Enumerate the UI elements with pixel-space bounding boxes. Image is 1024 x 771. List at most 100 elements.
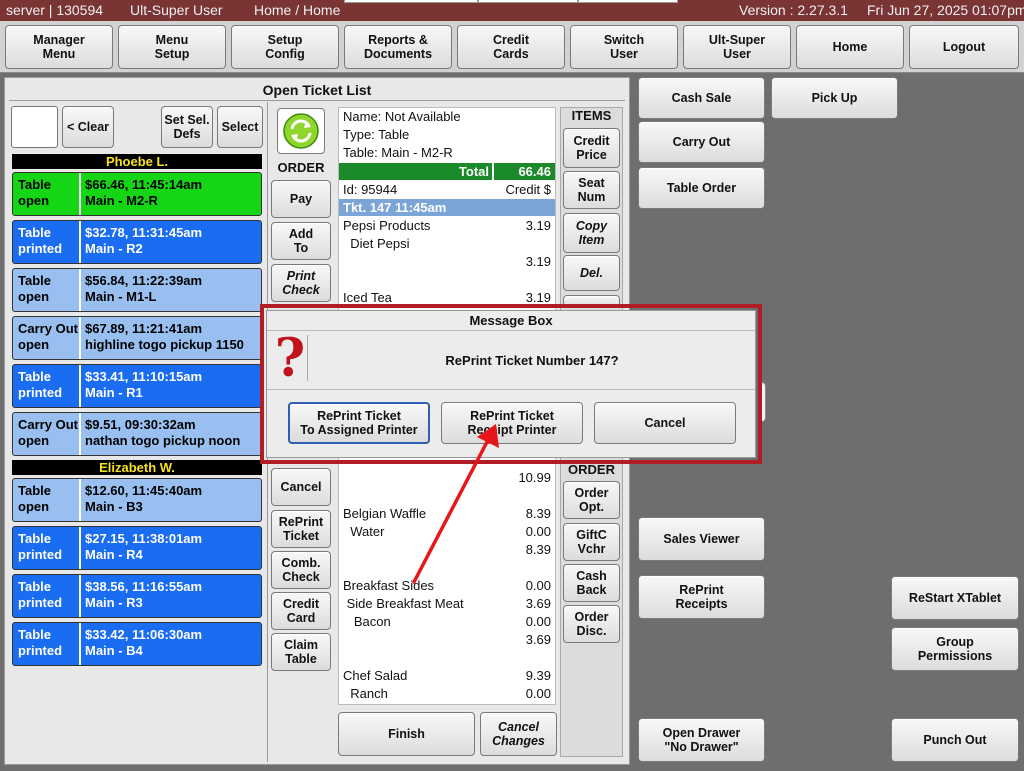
ticket-detail: $33.41, 11:10:15am Main - R1	[85, 369, 203, 400]
set-sel-defs-button[interactable]: Set Sel. Defs	[161, 106, 213, 148]
pay-button[interactable]: Pay	[271, 180, 331, 218]
order-disc-button[interactable]: Order Disc.	[563, 605, 620, 643]
ticket-status: Table printed	[13, 623, 81, 665]
comb-check-button[interactable]: Comb. Check	[271, 551, 331, 589]
ticket-row[interactable]: Table printed $27.15, 11:38:01am Main - …	[12, 526, 262, 570]
top-nav: Manager Menu Menu Setup Setup Config Rep…	[0, 21, 1024, 73]
panel-title: Open Ticket List	[262, 82, 372, 98]
item-label[interactable]: Ranch	[343, 686, 388, 701]
reprint-receipt-printer-button[interactable]: RePrint Ticket Receipt Printer	[441, 402, 583, 444]
ticket-detail: $9.51, 09:30:32am nathan togo pickup noo…	[85, 417, 241, 448]
ticket-row[interactable]: Carry Out open $9.51, 09:30:32am nathan …	[12, 412, 262, 456]
item-label[interactable]: Pepsi Products	[343, 218, 430, 233]
item-price: 3.19	[525, 290, 551, 305]
receipt-table: Table: Main - M2-R	[343, 145, 453, 160]
add-to-button[interactable]: Add To	[271, 222, 331, 260]
reprint-receipts-button[interactable]: RePrint Receipts	[638, 575, 765, 619]
carry-out-button[interactable]: Carry Out	[638, 121, 765, 163]
ticket-row[interactable]: Carry Out open $67.89, 11:21:41am highli…	[12, 316, 262, 360]
modal-message: RePrint Ticket Number 147?	[445, 352, 619, 368]
switch-user-button[interactable]: Switch User	[570, 25, 678, 69]
open-drawer-button[interactable]: Open Drawer "No Drawer"	[638, 718, 765, 762]
finish-button[interactable]: Finish	[338, 712, 475, 756]
tkt-label: Tkt. 147 11:45am	[343, 200, 447, 215]
cash-sale-button[interactable]: Cash Sale	[638, 77, 765, 119]
ticket-status: Table printed	[13, 527, 81, 569]
order-header: ORDER	[277, 160, 325, 175]
select-button[interactable]: Select	[217, 106, 263, 148]
ticket-detail: $33.42, 11:06:30am Main - B4	[85, 627, 203, 658]
ticket-row[interactable]: Table open $12.60, 11:45:40am Main - B3	[12, 478, 262, 522]
ticket-row[interactable]: Table printed $33.42, 11:06:30am Main - …	[12, 622, 262, 666]
order-opt-button[interactable]: Order Opt.	[563, 481, 620, 519]
item-price: 9.39	[525, 668, 551, 683]
reprint-ticket-button[interactable]: RePrint Ticket	[271, 510, 331, 548]
restart-xtablet-button[interactable]: ReStart XTablet	[891, 576, 1019, 620]
giftc-vchr-button[interactable]: GiftC Vchr	[563, 523, 620, 561]
user-label: Ult-Super User	[130, 2, 223, 18]
seat-num-button[interactable]: Seat Num	[563, 171, 620, 209]
item-label[interactable]: Belgian Waffle	[343, 506, 426, 521]
modal-cancel-button[interactable]: Cancel	[594, 402, 736, 444]
sales-viewer-button[interactable]: Sales Viewer	[638, 517, 765, 561]
ticket-row[interactable]: Table open $66.46, 11:45:14am Main - M2-…	[12, 172, 262, 216]
copy-item-button[interactable]: Copy Item	[563, 213, 620, 253]
ticket-search-input[interactable]	[11, 106, 58, 148]
table-order-button[interactable]: Table Order	[638, 167, 765, 209]
reports-documents-button[interactable]: Reports & Documents	[344, 25, 452, 69]
ticket-status: Table printed	[13, 575, 81, 617]
setup-config-button[interactable]: Setup Config	[231, 25, 339, 69]
item-price: 3.19	[525, 254, 551, 269]
item-price: 8.39	[525, 542, 551, 557]
title-blank-field	[578, 0, 678, 3]
home-button[interactable]: Home	[796, 25, 904, 69]
refresh-button[interactable]	[277, 108, 325, 154]
item-label[interactable]: Water	[343, 524, 384, 539]
item-label[interactable]: Side Breakfast Meat	[343, 596, 464, 611]
receipt-id: Id: 95944	[343, 182, 398, 197]
server-label: server | 130594	[6, 2, 104, 18]
panel-divider	[9, 100, 625, 101]
pick-up-button[interactable]: Pick Up	[771, 77, 898, 119]
punch-out-button[interactable]: Punch Out	[891, 718, 1019, 762]
version-label: Version : 2.27.3.1	[739, 2, 848, 18]
item-label[interactable]: Iced Tea	[343, 290, 392, 305]
receipt-name: Name: Not Available	[343, 109, 461, 124]
ticket-status: Carry Out open	[13, 413, 81, 455]
credit-card-button[interactable]: Credit Card	[271, 592, 331, 630]
ticket-row[interactable]: Table printed $32.78, 11:31:45am Main - …	[12, 220, 262, 264]
ticket-detail: $67.89, 11:21:41am highline togo pickup …	[85, 321, 244, 352]
credit-price-button[interactable]: Credit Price	[563, 128, 620, 168]
item-label[interactable]: Chef Salad	[343, 668, 407, 683]
item-price: 3.69	[525, 632, 551, 647]
credit-cards-button[interactable]: Credit Cards	[457, 25, 565, 69]
manager-menu-button[interactable]: Manager Menu	[5, 25, 113, 69]
ticket-detail: $32.78, 11:31:45am Main - R2	[85, 225, 203, 256]
reprint-to-assigned-printer-button[interactable]: RePrint Ticket To Assigned Printer	[288, 402, 430, 444]
ticket-row[interactable]: Table open $56.84, 11:22:39am Main - M1-…	[12, 268, 262, 312]
item-label[interactable]: Breakfast Sides	[343, 578, 434, 593]
delete-button[interactable]: Del.	[563, 255, 620, 291]
item-label[interactable]: Bacon	[343, 614, 391, 629]
logout-button[interactable]: Logout	[909, 25, 1019, 69]
ticket-row[interactable]: Table printed $33.41, 11:10:15am Main - …	[12, 364, 262, 408]
cancel-changes-button[interactable]: Cancel Changes	[480, 712, 557, 756]
print-check-button[interactable]: Print Check	[271, 264, 331, 302]
cancel-ticket-button[interactable]: Cancel	[271, 468, 331, 506]
ticket-row[interactable]: Table printed $38.56, 11:16:55am Main - …	[12, 574, 262, 618]
item-price: 3.19	[525, 218, 551, 233]
ticket-detail: $38.56, 11:16:55am Main - R3	[85, 579, 203, 610]
ticket-status: Table open	[13, 269, 81, 311]
item-price: 8.39	[525, 506, 551, 521]
receipt-type: Type: Table	[343, 127, 410, 142]
title-bar: server | 130594 Ult-Super User Home / Ho…	[0, 0, 1024, 21]
clear-button[interactable]: < Clear	[62, 106, 114, 148]
menu-setup-button[interactable]: Menu Setup	[118, 25, 226, 69]
claim-table-button[interactable]: Claim Table	[271, 633, 331, 671]
group-permissions-button[interactable]: Group Permissions	[891, 627, 1019, 671]
message-box: Message Box ? RePrint Ticket Number 147?…	[266, 310, 756, 458]
ult-super-user-button[interactable]: Ult-Super User	[683, 25, 791, 69]
ticket-status: Table printed	[13, 221, 81, 263]
item-label[interactable]: Diet Pepsi	[343, 236, 409, 251]
cash-back-button[interactable]: Cash Back	[563, 564, 620, 602]
